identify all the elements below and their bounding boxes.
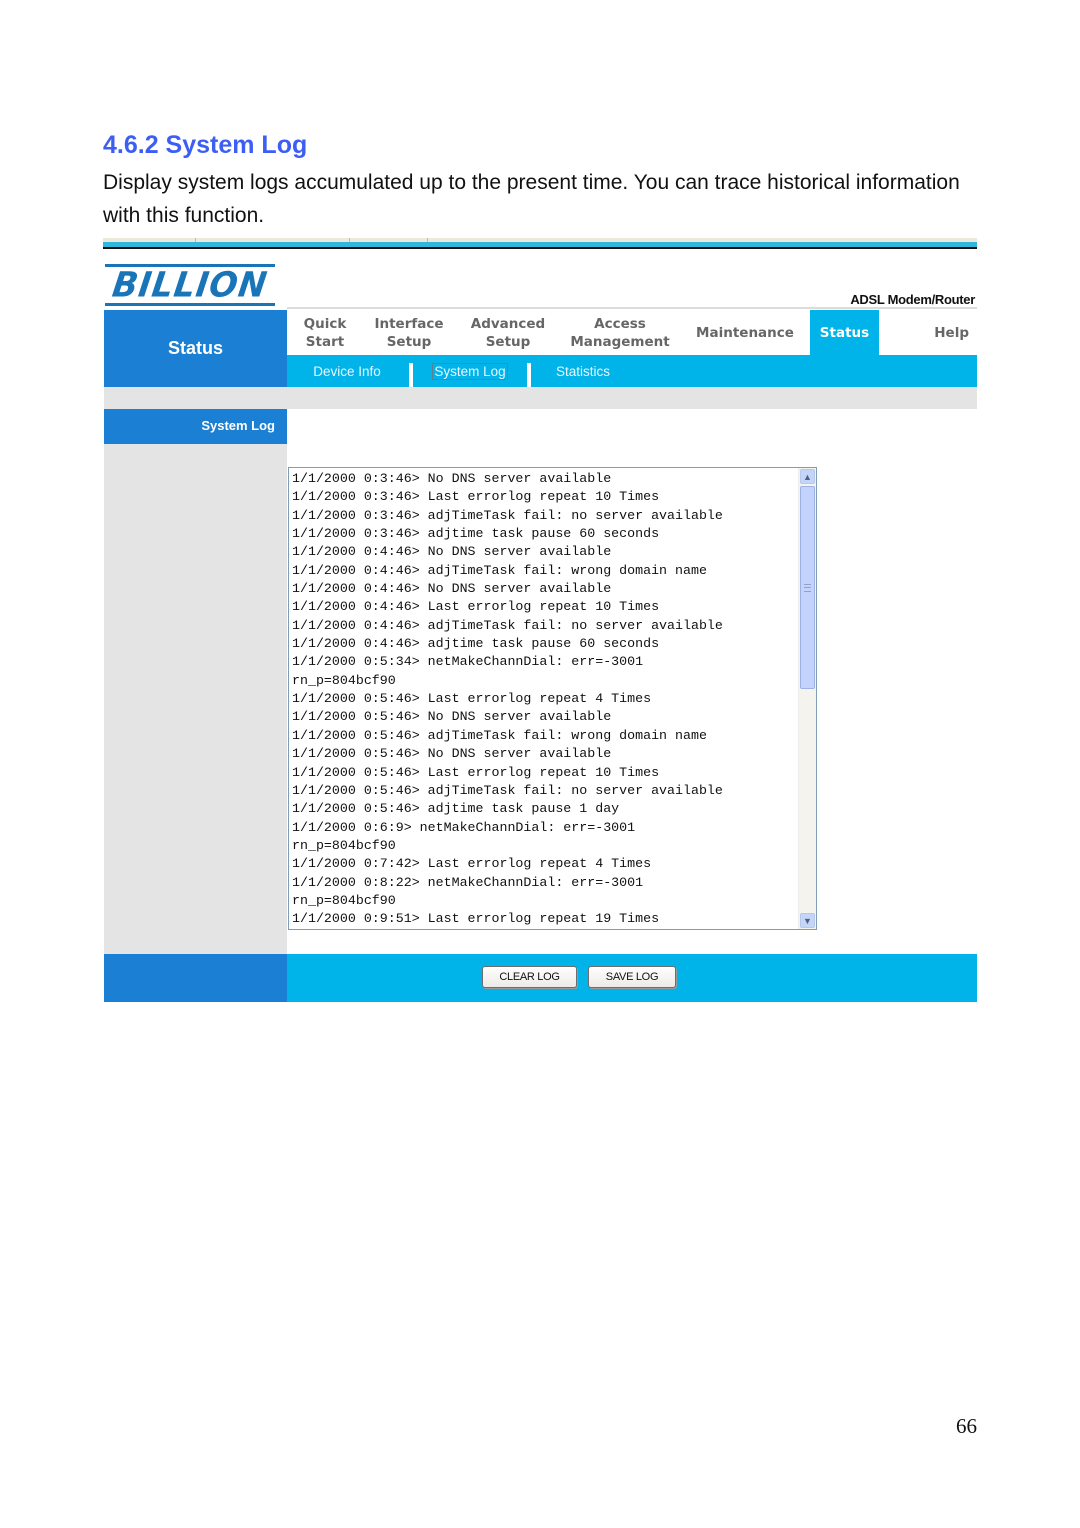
nav-maintenance[interactable]: Maintenance bbox=[679, 310, 811, 355]
intro-paragraph: Display system logs accumulated up to th… bbox=[103, 171, 960, 227]
clear-log-button[interactable]: CLEAR LOG bbox=[482, 966, 577, 988]
sidebar-heading: System Log bbox=[201, 418, 275, 433]
nav-label: Interface Setup bbox=[374, 315, 444, 350]
billion-logo: BILLION bbox=[105, 264, 275, 306]
chevron-down-icon[interactable]: ▼ bbox=[800, 913, 815, 928]
nav-divider bbox=[287, 307, 977, 309]
nav-quick-start[interactable]: Quick Start bbox=[287, 310, 363, 355]
page-number: 66 bbox=[956, 1414, 977, 1438]
section-label: Status bbox=[167, 338, 223, 358]
subnav-device-info[interactable]: Device Info bbox=[287, 355, 407, 387]
nav-interface-setup[interactable]: Interface Setup bbox=[363, 310, 455, 355]
scrollbar-thumb[interactable] bbox=[800, 486, 815, 689]
nav-label: Help bbox=[934, 324, 969, 341]
nav-help[interactable]: Help bbox=[879, 310, 977, 355]
product-name: ADSL Modem/Router bbox=[850, 292, 975, 307]
footer-left bbox=[104, 954, 287, 1002]
section-title: 4.6.2 System Log bbox=[103, 131, 308, 159]
sub-nav: Device Info System Log Statistics bbox=[287, 355, 977, 387]
sidebar-heading-block: System Log bbox=[104, 409, 287, 444]
chevron-up-icon[interactable]: ▲ bbox=[800, 469, 815, 484]
logo-bar-bottom bbox=[105, 303, 275, 306]
subnav-system-log[interactable]: System Log bbox=[413, 355, 527, 387]
subnav-label: System Log bbox=[432, 362, 508, 380]
nav-access-management[interactable]: Access Management bbox=[561, 310, 679, 355]
subnav-label: Device Info bbox=[313, 363, 381, 379]
grip-icon bbox=[804, 583, 811, 592]
log-content: 1/1/2000 0:3:46> No DNS server available… bbox=[292, 471, 723, 927]
router-screenshot: BILLION ADSL Modem/Router Status Quick S… bbox=[103, 238, 977, 1002]
browser-top-edge bbox=[103, 238, 977, 249]
nav-label: Quick Start bbox=[303, 315, 347, 350]
nav-advanced-setup[interactable]: Advanced Setup bbox=[455, 310, 561, 355]
content-top-strip bbox=[104, 387, 977, 409]
footer-bar: CLEAR LOG SAVE LOG bbox=[287, 954, 977, 1002]
system-log-textarea[interactable]: 1/1/2000 0:3:46> No DNS server available… bbox=[288, 467, 817, 930]
top-accent-line bbox=[103, 242, 977, 247]
subnav-statistics[interactable]: Statistics bbox=[531, 355, 635, 387]
nav-label: Status bbox=[819, 324, 870, 341]
nav-status[interactable]: Status bbox=[810, 310, 879, 355]
nav-label: Maintenance bbox=[696, 324, 794, 341]
nav-label: Advanced Setup bbox=[470, 315, 546, 350]
logo-text: BILLION bbox=[109, 264, 271, 305]
main-nav: Quick Start Interface Setup Advanced Set… bbox=[287, 310, 977, 355]
sidebar bbox=[104, 409, 287, 954]
log-scrollbar[interactable]: ▲ ▼ bbox=[798, 468, 816, 929]
subnav-label: Statistics bbox=[555, 363, 610, 379]
nav-label: Access Management bbox=[570, 315, 670, 350]
save-log-button[interactable]: SAVE LOG bbox=[588, 966, 676, 988]
section-label-block: Status bbox=[104, 310, 287, 387]
